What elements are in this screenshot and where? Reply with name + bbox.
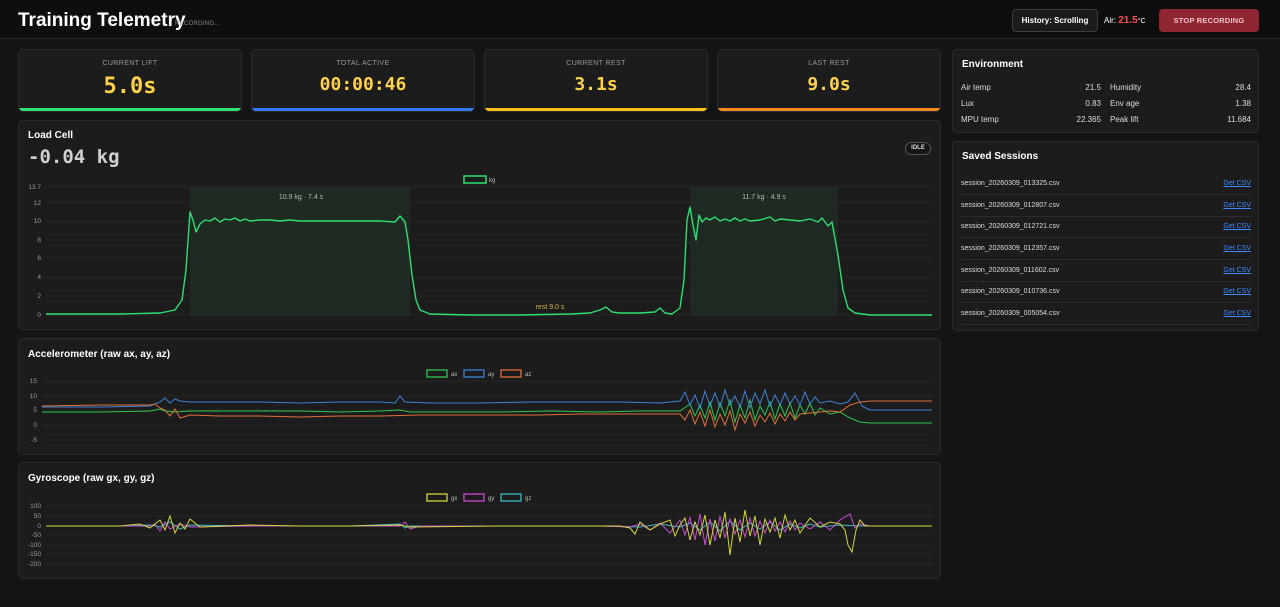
env-value-lux: 0.83 <box>1085 99 1101 108</box>
list-item: session_20260309_010736.csv Get CSV <box>961 282 1251 303</box>
get-csv-link[interactable]: Get CSV <box>1223 267 1251 274</box>
saved-sessions-panel: Saved Sessions session_20260309_013325.c… <box>952 141 1259 331</box>
env-value-mpu-temp: 22.365 <box>1076 115 1101 124</box>
legend-label-gx: gx <box>451 496 457 502</box>
legend-swatch-gz <box>500 493 522 502</box>
env-label-mpu-temp: MPU temp <box>961 115 999 124</box>
y-tick: 100 <box>30 503 41 510</box>
session-filename: session_20260309_010736.csv <box>961 288 1060 295</box>
get-csv-link[interactable]: Get CSV <box>1223 180 1251 187</box>
legend-label-gz: gz <box>525 496 531 502</box>
environment-title: Environment <box>962 59 1024 70</box>
env-label-air-temp: Air temp <box>961 83 991 92</box>
session-filename: session_20260309_012807.csv <box>961 202 1060 209</box>
session-filename: session_20260309_011602.csv <box>961 267 1059 274</box>
session-filename: session_20260309_012357.csv <box>961 245 1060 252</box>
env-value-peak-lift: 11.684 <box>1227 115 1251 124</box>
env-label-env-age: Env age <box>1110 99 1140 108</box>
legend-swatch-gy <box>463 493 485 502</box>
saved-sessions-title: Saved Sessions <box>962 151 1039 162</box>
list-item: session_20260309_012357.csv Get CSV <box>961 239 1251 260</box>
env-label-humidity: Humidity <box>1110 83 1142 92</box>
legend-swatch-gx <box>426 493 448 502</box>
get-csv-link[interactable]: Get CSV <box>1223 202 1251 209</box>
gx-series-line <box>46 509 932 556</box>
y-tick: -150 <box>28 551 41 558</box>
gridlines <box>46 505 932 565</box>
env-label-lux: Lux <box>961 99 974 108</box>
session-filename: session_20260309_013325.csv <box>961 180 1060 187</box>
session-filename: session_20260309_005054.csv <box>961 310 1060 317</box>
env-value-env-age: 1.38 <box>1235 99 1251 108</box>
y-tick: -50 <box>32 532 42 539</box>
list-item: session_20260309_012807.csv Get CSV <box>961 196 1251 217</box>
list-item: session_20260309_012721.csv Get CSV <box>961 217 1251 238</box>
legend-label-gy: gy <box>488 496 494 502</box>
get-csv-link[interactable]: Get CSV <box>1223 288 1251 295</box>
env-value-air-temp: 21.5 <box>1085 83 1101 92</box>
environment-panel: Environment Air temp 21.5 Lux 0.83 MPU t… <box>952 49 1259 133</box>
y-tick: 50 <box>34 513 42 520</box>
get-csv-link[interactable]: Get CSV <box>1223 245 1251 252</box>
env-value-humidity: 28.4 <box>1235 83 1251 92</box>
list-item: session_20260309_013325.csv Get CSV <box>961 174 1251 195</box>
y-tick: -200 <box>28 561 41 568</box>
y-tick: -100 <box>28 542 41 549</box>
y-tick: 0 <box>37 523 41 530</box>
session-filename: session_20260309_012721.csv <box>961 223 1060 230</box>
list-item: session_20260309_005054.csv Get CSV <box>961 304 1251 325</box>
env-label-peak-lift: Peak lift <box>1110 115 1139 124</box>
get-csv-link[interactable]: Get CSV <box>1223 223 1251 230</box>
get-csv-link[interactable]: Get CSV <box>1223 310 1251 317</box>
list-item: session_20260309_011602.csv Get CSV <box>961 261 1251 282</box>
